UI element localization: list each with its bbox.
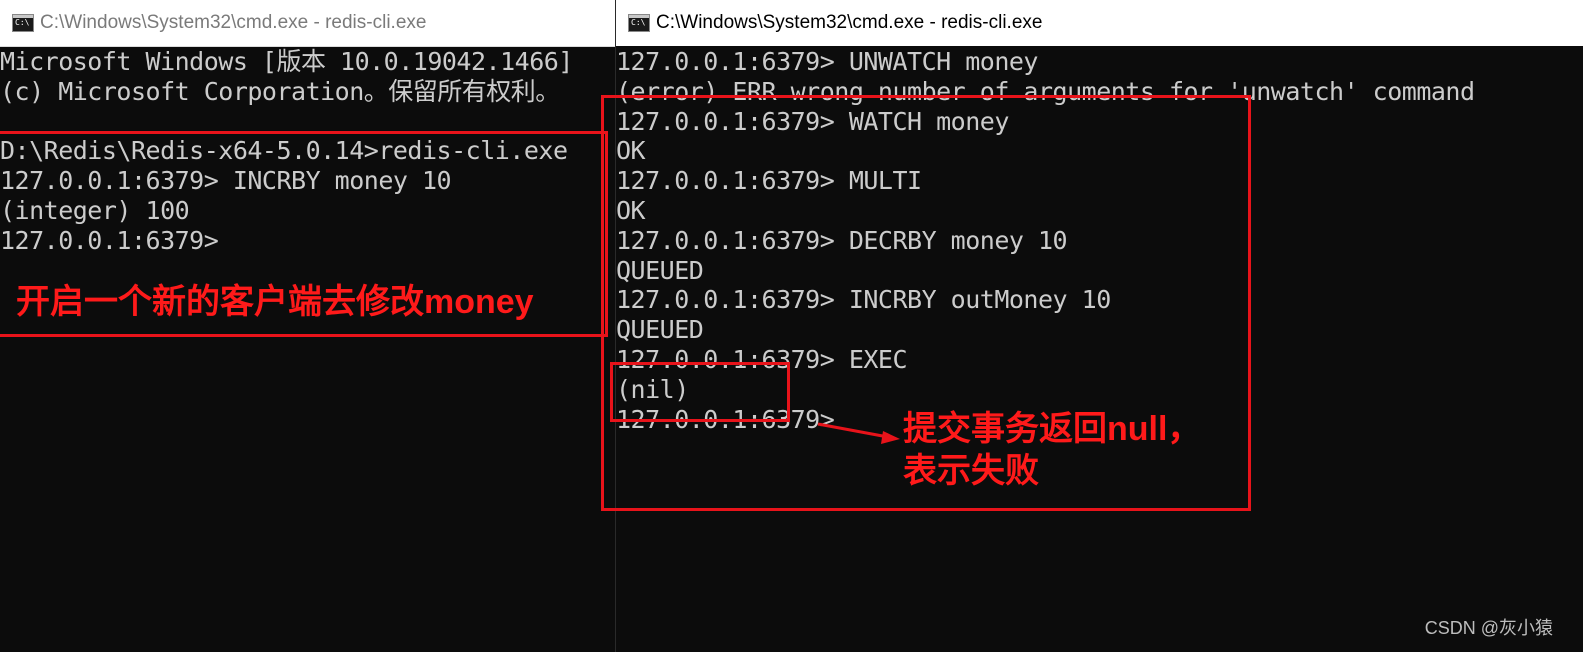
console-line: 127.0.0.1:6379> INCRBY money 10	[0, 166, 452, 196]
console-line: (c) Microsoft Corporation。保留所有权利。	[0, 76, 560, 106]
left-window-titlebar[interactable]: C:\ C:\Windows\System32\cmd.exe - redis-…	[0, 0, 615, 47]
console-line: (integer) 100	[0, 195, 190, 225]
console-line: 127.0.0.1:6379>	[0, 225, 219, 255]
console-line: 127.0.0.1:6379> WATCH money	[616, 106, 1009, 136]
right-window-titlebar[interactable]: C:\ C:\Windows\System32\cmd.exe - redis-…	[616, 0, 1583, 46]
console-line: D:\Redis\Redis-x64-5.0.14>redis-cli.exe	[0, 136, 568, 166]
console-line: 127.0.0.1:6379> MULTI	[616, 166, 922, 196]
cmd-console-icon: C:\	[628, 14, 650, 32]
left-cmd-window[interactable]: C:\ C:\Windows\System32\cmd.exe - redis-…	[0, 0, 615, 652]
left-annotation-text: 开启一个新的客户端去修改money	[16, 283, 534, 321]
console-line: QUEUED	[616, 315, 704, 345]
console-line: 127.0.0.1:6379> EXEC	[616, 344, 908, 374]
console-line: (nil)	[616, 374, 689, 404]
cmd-console-icon: C:\	[12, 14, 34, 32]
csdn-watermark: CSDN @灰小猿	[1424, 618, 1553, 638]
console-line: 127.0.0.1:6379> UNWATCH money	[616, 47, 1039, 76]
right-cmd-window[interactable]: C:\ C:\Windows\System32\cmd.exe - redis-…	[615, 0, 1583, 652]
console-line: 127.0.0.1:6379> DECRBY money 10	[616, 225, 1068, 255]
console-line: Microsoft Windows [版本 10.0.19042.1466]	[0, 47, 573, 76]
left-console-output[interactable]: Microsoft Windows [版本 10.0.19042.1466] (…	[0, 47, 615, 256]
right-window-title: C:\Windows\System32\cmd.exe - redis-cli.…	[656, 12, 1043, 33]
console-line: QUEUED	[616, 255, 704, 285]
right-console-output[interactable]: 127.0.0.1:6379> UNWATCH money (error) ER…	[616, 47, 1583, 434]
console-line: OK	[616, 195, 646, 225]
console-line: OK	[616, 136, 646, 166]
left-window-title: C:\Windows\System32\cmd.exe - redis-cli.…	[40, 12, 427, 33]
right-annotation-line2: 表示失败	[903, 452, 1039, 490]
console-line: (error) ERR wrong number of arguments fo…	[616, 76, 1475, 106]
console-line: 127.0.0.1:6379> INCRBY outMoney 10	[616, 285, 1111, 315]
right-annotation-line1: 提交事务返回null，	[903, 410, 1202, 448]
